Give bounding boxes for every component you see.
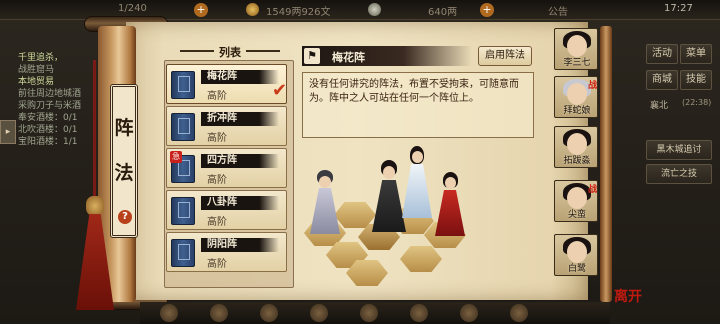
announce-button[interactable]: 公告 [548, 3, 568, 18]
bottom-icon[interactable] [460, 304, 478, 322]
divider [246, 50, 280, 52]
bottom-icon[interactable] [260, 304, 278, 322]
list-header: 列表 [170, 44, 290, 59]
portrait-name: 拜蛇娘 [563, 106, 591, 116]
formation-rank: 高阶 [207, 91, 227, 102]
formation-item-meihua[interactable]: 梅花阵 高阶 [166, 64, 287, 104]
bottom-icon[interactable] [410, 304, 428, 322]
portrait-name: 拓跋淼 [563, 156, 591, 166]
exit-button[interactable]: 离开 [614, 286, 642, 306]
book-icon [171, 197, 195, 225]
quest-toggle-tab[interactable]: ▸ [0, 120, 16, 144]
formation-title: 梅花阵 [332, 51, 365, 64]
book-icon [171, 71, 195, 99]
bottom-icon[interactable] [160, 304, 178, 322]
bottom-bar [140, 302, 610, 324]
formation-name: 阴阳阵 [201, 238, 279, 252]
shop-button[interactable]: 商城 [646, 70, 678, 90]
activity-button[interactable]: 活动 [646, 44, 678, 64]
stamina-text: 1/240 [118, 3, 147, 14]
portrait-face [567, 133, 587, 155]
silver-icon [368, 3, 381, 16]
bottom-icon[interactable] [210, 304, 228, 322]
portrait-name: 李三七 [563, 58, 591, 68]
character-figure[interactable] [308, 170, 340, 236]
title-char: 法 [114, 162, 134, 184]
location-time: (22:38) [682, 98, 712, 107]
portrait-face [567, 83, 587, 105]
scroll-right-roll [600, 26, 612, 302]
character-figure[interactable] [402, 146, 432, 218]
tassel-knot [86, 196, 104, 216]
skill-button[interactable]: 技能 [680, 70, 712, 90]
formation-item-bagua[interactable]: 八卦阵 高阶 [166, 190, 287, 230]
formation-name: 梅花阵 [201, 70, 279, 84]
bottom-icon[interactable] [360, 304, 378, 322]
portrait-card[interactable]: 拓跋淼 [554, 126, 598, 168]
menu-button[interactable]: 菜单 [680, 44, 712, 64]
formation-rank: 高阶 [207, 259, 227, 270]
portrait-card[interactable]: 李三七 [554, 28, 598, 70]
character-figure[interactable] [434, 172, 466, 236]
urgent-badge: 急 [170, 151, 182, 163]
list-header-text: 列表 [219, 46, 241, 59]
title-char: 阵 [114, 117, 134, 139]
battle-mark-icon: 战 [588, 185, 598, 195]
add-silver-button[interactable]: + [480, 3, 494, 17]
formation-item-yinyang[interactable]: 阴阳阵 高阶 [166, 232, 287, 272]
apply-formation-button[interactable]: 启用阵法 [478, 46, 532, 66]
portrait-face [567, 241, 587, 263]
location-name: 襄北 [650, 101, 669, 111]
portrait-name: 尖蛮 [567, 210, 586, 220]
character-figure[interactable] [370, 160, 406, 232]
bottom-icon[interactable] [510, 304, 528, 322]
book-icon [171, 113, 195, 141]
formation-title-bar: ⚑ 梅花阵 [302, 46, 472, 66]
add-stamina-button[interactable]: + [194, 3, 208, 17]
clock-text: 17:27 [664, 3, 693, 14]
formation-item-zhechong[interactable]: 折冲阵 高阶 [166, 106, 287, 146]
formation-description: 没有任何讲究的阵法，布置不受拘束，可随意而为。阵中之人可站在任何一个阵位上。 [302, 72, 534, 138]
formation-name: 四方阵 [201, 154, 279, 168]
flag-icon: ⚑ [304, 48, 320, 64]
divider [180, 50, 214, 52]
formation-rank: 高阶 [207, 175, 227, 186]
formation-slot[interactable] [400, 246, 442, 272]
formation-name: 折冲阵 [201, 112, 279, 126]
selected-check-icon: ✔ [272, 80, 288, 101]
formation-rank: 高阶 [207, 133, 227, 144]
coin-icon [246, 3, 259, 16]
bottom-icon[interactable] [310, 304, 328, 322]
formation-rank: 高阶 [207, 217, 227, 228]
task-button[interactable]: 黑木城追讨 [646, 140, 712, 160]
portrait-card[interactable]: 白鹭 [554, 234, 598, 276]
help-button[interactable]: ? [118, 210, 132, 224]
silver-text: 640两 [428, 7, 458, 18]
book-icon [171, 239, 195, 267]
task-button[interactable]: 流亡之技 [646, 164, 712, 184]
formation-stage [296, 142, 536, 290]
portrait-face [567, 35, 587, 57]
formation-item-sifang[interactable]: 四方阵 高阶 [166, 148, 287, 188]
game-screen: 1/240 + 1549两926文 640两 + 公告 17:27 千里追杀， … [0, 0, 720, 324]
portrait-name: 白鹭 [567, 264, 586, 274]
formation-name: 八卦阵 [201, 196, 279, 210]
portrait-face [567, 187, 587, 209]
money-text: 1549两926文 [266, 7, 331, 18]
battle-mark-icon: 战 [588, 81, 598, 91]
